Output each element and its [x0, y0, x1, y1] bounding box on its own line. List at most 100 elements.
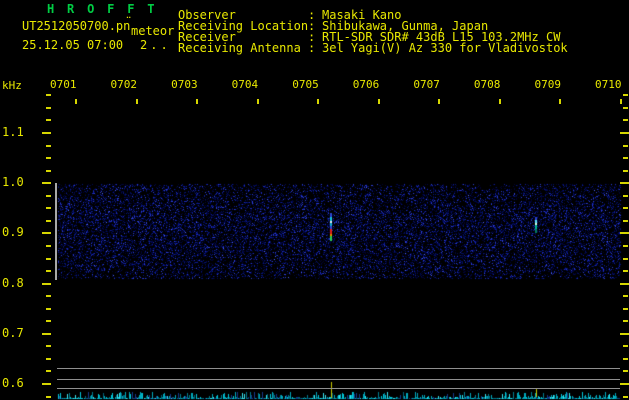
- info-label: Receiving Antenna: [178, 41, 301, 55]
- info-value: 3el Yagi(V) Az 330 for Vladivostok: [322, 41, 568, 55]
- time-tick-label: 0710: [595, 78, 622, 91]
- freq-minor-tick-right: [623, 295, 628, 298]
- freq-minor-tick-right: [623, 194, 628, 197]
- info-label: Receiving Location: [178, 19, 309, 33]
- freq-minor-tick-left: [46, 320, 51, 323]
- info-separator: :: [308, 41, 316, 55]
- freq-minor-tick-right: [623, 345, 628, 348]
- minute-tick: [498, 99, 501, 104]
- app-title: H R O F F T: [47, 2, 158, 16]
- minute-tick: [620, 99, 623, 104]
- freq-minor-tick-left: [46, 106, 51, 109]
- freq-minor-tick-left: [46, 157, 51, 160]
- minute-tick: [75, 99, 77, 104]
- freq-minor-tick-left: [46, 395, 51, 398]
- output-filename: UT2512050700.pn: [22, 19, 131, 33]
- freq-minor-tick-right: [623, 270, 628, 273]
- info-separator: :: [308, 19, 316, 33]
- level-gridline: [57, 378, 620, 380]
- freq-minor-tick-right: [623, 307, 628, 310]
- freq-major-tick-left: [42, 383, 51, 385]
- freq-axis-unit: kHz: [2, 79, 22, 92]
- spectrogram-canvas: [0, 0, 629, 400]
- freq-minor-tick-left: [46, 169, 51, 172]
- freq-minor-tick-left: [46, 345, 51, 348]
- freq-tick-label: 0.7: [2, 326, 24, 340]
- freq-major-tick-left: [42, 132, 51, 134]
- minute-tick: [317, 99, 320, 104]
- freq-minor-tick-right: [623, 370, 628, 373]
- freq-minor-tick-left: [46, 307, 51, 310]
- freq-minor-tick-right: [623, 157, 628, 160]
- freq-minor-tick-right: [623, 244, 628, 247]
- time-tick-label: 0702: [110, 78, 138, 91]
- freq-minor-tick-right: [623, 119, 628, 122]
- minute-tick: [135, 99, 138, 104]
- info-row-antenna: Receiving Antenna:3el Yagi(V) Az 330 for…: [178, 41, 568, 55]
- freq-major-tick-left: [42, 182, 51, 185]
- freq-major-tick-left: [42, 332, 51, 335]
- level-gridline: [57, 388, 620, 389]
- freq-major-tick-right: [620, 132, 629, 134]
- freq-minor-tick-left: [46, 119, 51, 122]
- level-gridline: [57, 368, 620, 369]
- minute-tick: [377, 99, 380, 104]
- freq-tick-label: 0.8: [2, 276, 24, 290]
- info-value: Masaki Kano: [322, 8, 402, 22]
- time-tick-label: 0701: [50, 78, 77, 91]
- info-label: Receiver: [178, 30, 236, 44]
- minute-tick: [438, 99, 441, 104]
- info-value: RTL-SDR SDR# 43dB L15 103.2MHz CW: [322, 30, 561, 44]
- info-separator: :: [308, 30, 316, 44]
- info-separator: :: [308, 8, 316, 22]
- freq-minor-tick-left: [46, 295, 51, 298]
- freq-minor-tick-left: [46, 219, 51, 222]
- freq-minor-tick-right: [623, 144, 628, 147]
- freq-minor-tick-right: [623, 169, 628, 172]
- freq-major-tick-left: [42, 282, 51, 285]
- freq-major-tick-left: [42, 232, 51, 235]
- time-tick-label: 0705: [292, 78, 319, 91]
- freq-minor-tick-right: [623, 395, 628, 398]
- freq-tick-label: 1.0: [2, 175, 24, 189]
- freq-major-tick-right: [620, 282, 629, 285]
- time-tick-label: 0706: [352, 78, 380, 91]
- freq-major-tick-right: [620, 232, 629, 235]
- hrofft-output-screen: H R O F F T UT2512050700.pn ¨ meteor 25.…: [0, 0, 629, 400]
- freq-tick-label: 0.6: [2, 376, 24, 390]
- minute-tick: [256, 99, 259, 104]
- info-row-observer: Observer: Masaki Kano: [178, 8, 568, 22]
- info-row-location: Receiving Location: Shibukawa, Gunma, Jap…: [178, 19, 568, 33]
- station-info: Observer: Masaki Kano Receiving Location:…: [178, 8, 568, 55]
- freq-minor-tick-right: [623, 219, 628, 222]
- freq-minor-tick-right: [623, 106, 628, 109]
- freq-minor-tick-left: [46, 144, 51, 147]
- freq-major-tick-right: [620, 383, 629, 385]
- freq-minor-tick-left: [46, 257, 51, 260]
- time-tick-label: 0704: [231, 78, 259, 91]
- freq-minor-tick-right: [623, 357, 628, 360]
- freq-minor-tick-right: [623, 207, 628, 210]
- meteor-watermark: meteor: [131, 24, 175, 38]
- freq-minor-tick-right: [623, 94, 628, 97]
- time-tick-label: 0709: [534, 78, 561, 91]
- info-label: Observer: [178, 8, 236, 22]
- freq-minor-tick-left: [46, 370, 51, 373]
- freq-minor-tick-right: [623, 257, 628, 260]
- freq-minor-tick-left: [46, 194, 51, 197]
- minute-tick: [559, 99, 562, 104]
- info-value: Shibukawa, Gunma, Japan: [322, 19, 489, 33]
- minute-tick: [196, 99, 199, 104]
- freq-minor-tick-left: [46, 270, 51, 273]
- time-tick-label: 0703: [171, 78, 198, 91]
- freq-tick-label: 1.1: [2, 125, 24, 139]
- echo-count: 2..: [140, 38, 171, 52]
- freq-minor-tick-left: [46, 357, 51, 360]
- info-row-receiver: Receiver: RTL-SDR SDR# 43dB L15 103.2MHz …: [178, 30, 568, 44]
- freq-minor-tick-left: [46, 244, 51, 247]
- datetime-label: 25.12.05 07:00: [22, 38, 124, 52]
- band-marker-line: [55, 183, 57, 280]
- freq-minor-tick-left: [46, 94, 51, 97]
- time-tick-label: 0707: [413, 78, 440, 91]
- freq-major-tick-right: [620, 332, 629, 335]
